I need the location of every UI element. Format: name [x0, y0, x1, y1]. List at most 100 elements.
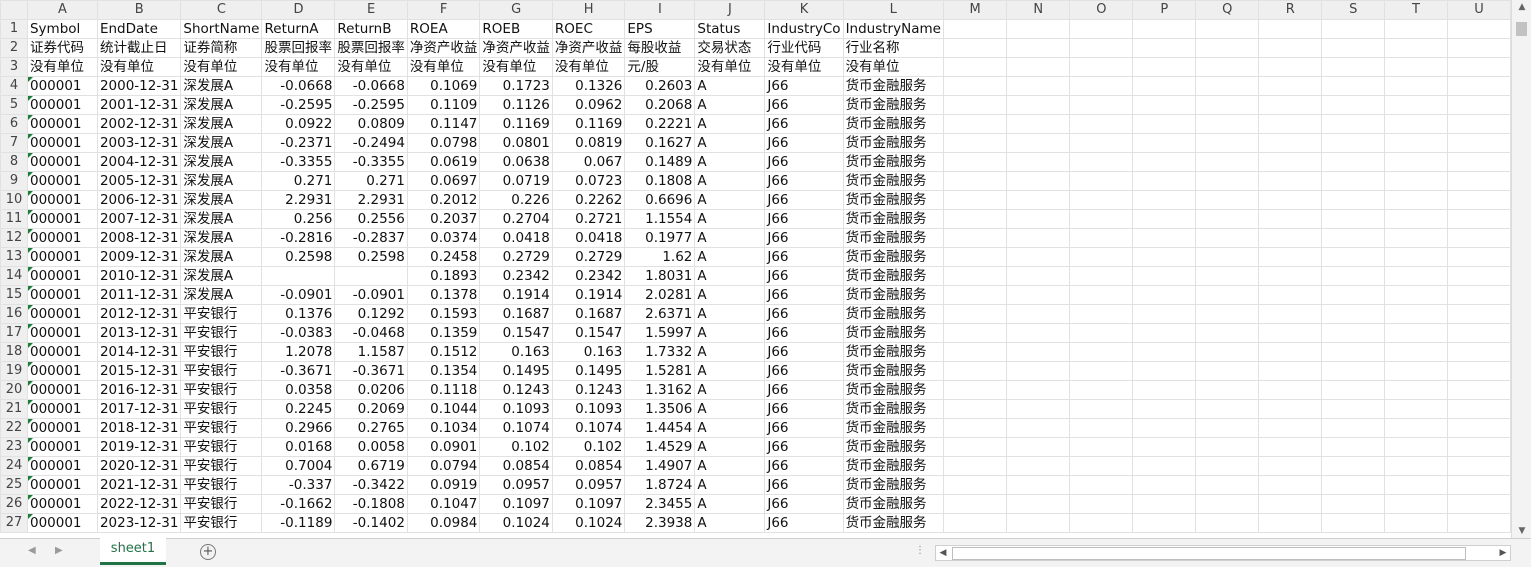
- cell[interactable]: IndustryCo: [764, 19, 844, 39]
- cell[interactable]: 货币金融服务: [842, 133, 944, 153]
- cell[interactable]: [1069, 228, 1134, 248]
- cell[interactable]: [1195, 475, 1260, 495]
- cell[interactable]: 深发展A: [180, 133, 263, 153]
- row-header[interactable]: 10: [0, 190, 28, 210]
- cell[interactable]: Symbol: [26, 19, 98, 39]
- cell[interactable]: [1132, 285, 1197, 305]
- cell[interactable]: [1321, 190, 1386, 210]
- row-header[interactable]: 14: [0, 266, 28, 286]
- cell[interactable]: [1132, 342, 1197, 362]
- cell[interactable]: [1384, 361, 1448, 381]
- cell[interactable]: 深发展A: [180, 95, 263, 115]
- cell[interactable]: [1132, 399, 1197, 419]
- cell[interactable]: 统计截止日: [96, 38, 182, 58]
- cell[interactable]: [1195, 361, 1260, 381]
- cell[interactable]: [942, 57, 1008, 77]
- cell[interactable]: [1132, 266, 1197, 286]
- cell[interactable]: [1258, 323, 1323, 343]
- cell[interactable]: 0.1024: [551, 513, 626, 533]
- cell[interactable]: [1384, 475, 1448, 495]
- cell[interactable]: A: [694, 380, 766, 400]
- cell[interactable]: [1258, 133, 1323, 153]
- column-header[interactable]: P: [1132, 0, 1197, 20]
- cell[interactable]: -0.0668: [261, 76, 336, 96]
- cell[interactable]: [1006, 266, 1071, 286]
- cell[interactable]: [1006, 247, 1071, 267]
- column-header[interactable]: H: [551, 0, 626, 20]
- cell[interactable]: [1195, 399, 1260, 419]
- cell[interactable]: 货币金融服务: [842, 266, 944, 286]
- cell[interactable]: [1195, 342, 1260, 362]
- cell[interactable]: 0.2012: [406, 190, 481, 210]
- cell[interactable]: -0.3422: [334, 475, 408, 495]
- cell[interactable]: [1132, 361, 1197, 381]
- cell[interactable]: [1069, 76, 1134, 96]
- cell[interactable]: 2000-12-31: [96, 76, 182, 96]
- cell[interactable]: [1321, 437, 1386, 457]
- cell[interactable]: [1384, 152, 1448, 172]
- cell[interactable]: 0.0794: [406, 456, 481, 476]
- cell[interactable]: 0.067: [551, 152, 626, 172]
- column-header[interactable]: D: [261, 0, 336, 20]
- cell[interactable]: [1132, 190, 1197, 210]
- cell[interactable]: 1.2078: [261, 342, 336, 362]
- column-header[interactable]: E: [334, 0, 408, 20]
- cell[interactable]: 0.1292: [334, 304, 408, 324]
- cell[interactable]: 000001: [26, 494, 98, 514]
- cell[interactable]: 0.0957: [479, 475, 553, 495]
- cell[interactable]: A: [694, 399, 766, 419]
- cell[interactable]: IndustryName: [842, 19, 944, 39]
- vertical-scrollbar[interactable]: ▲ ▼: [1511, 0, 1531, 538]
- column-header[interactable]: Q: [1195, 0, 1260, 20]
- cell[interactable]: [1006, 323, 1071, 343]
- cell[interactable]: [942, 133, 1008, 153]
- cell[interactable]: [1132, 38, 1197, 58]
- cell[interactable]: J66: [764, 323, 844, 343]
- cell[interactable]: A: [694, 247, 766, 267]
- cell[interactable]: [1258, 190, 1323, 210]
- cell[interactable]: 0.0418: [551, 228, 626, 248]
- cell[interactable]: [942, 38, 1008, 58]
- cell[interactable]: 深发展A: [180, 266, 263, 286]
- cell[interactable]: 净资产收益: [479, 38, 553, 58]
- column-header[interactable]: B: [96, 0, 182, 20]
- cell[interactable]: ROEB: [479, 19, 553, 39]
- cell[interactable]: 0.1169: [479, 114, 553, 134]
- cell[interactable]: A: [694, 437, 766, 457]
- cell[interactable]: [1446, 247, 1511, 267]
- cell[interactable]: [1069, 342, 1134, 362]
- cell[interactable]: [1321, 323, 1386, 343]
- cell[interactable]: [1006, 418, 1071, 438]
- cell[interactable]: [942, 190, 1008, 210]
- cell[interactable]: A: [694, 304, 766, 324]
- cell[interactable]: EndDate: [96, 19, 182, 39]
- cell[interactable]: 0.2603: [624, 76, 696, 96]
- cell[interactable]: 000001: [26, 76, 98, 96]
- cell[interactable]: 股票回报率: [261, 38, 336, 58]
- cell[interactable]: [1069, 57, 1134, 77]
- cell[interactable]: A: [694, 171, 766, 191]
- cell[interactable]: [1446, 304, 1511, 324]
- cell[interactable]: 2021-12-31: [96, 475, 182, 495]
- cell[interactable]: [1006, 437, 1071, 457]
- cell[interactable]: [1006, 475, 1071, 495]
- cell[interactable]: -0.0383: [261, 323, 336, 343]
- cell[interactable]: [1258, 399, 1323, 419]
- cell[interactable]: [1384, 228, 1448, 248]
- row-header[interactable]: 5: [0, 95, 28, 115]
- cell[interactable]: 1.8031: [624, 266, 696, 286]
- cell[interactable]: [1321, 342, 1386, 362]
- cell[interactable]: [1446, 209, 1511, 229]
- cell[interactable]: -0.3671: [334, 361, 408, 381]
- cell[interactable]: [1195, 190, 1260, 210]
- cell[interactable]: 货币金融服务: [842, 418, 944, 438]
- cell[interactable]: 0.1914: [479, 285, 553, 305]
- cell[interactable]: J66: [764, 399, 844, 419]
- column-header[interactable]: J: [694, 0, 766, 20]
- cell[interactable]: 货币金融服务: [842, 513, 944, 533]
- cell[interactable]: [1006, 19, 1071, 39]
- cell[interactable]: [1006, 190, 1071, 210]
- cell[interactable]: [1384, 19, 1448, 39]
- row-header[interactable]: 2: [0, 38, 28, 58]
- cell[interactable]: [1321, 76, 1386, 96]
